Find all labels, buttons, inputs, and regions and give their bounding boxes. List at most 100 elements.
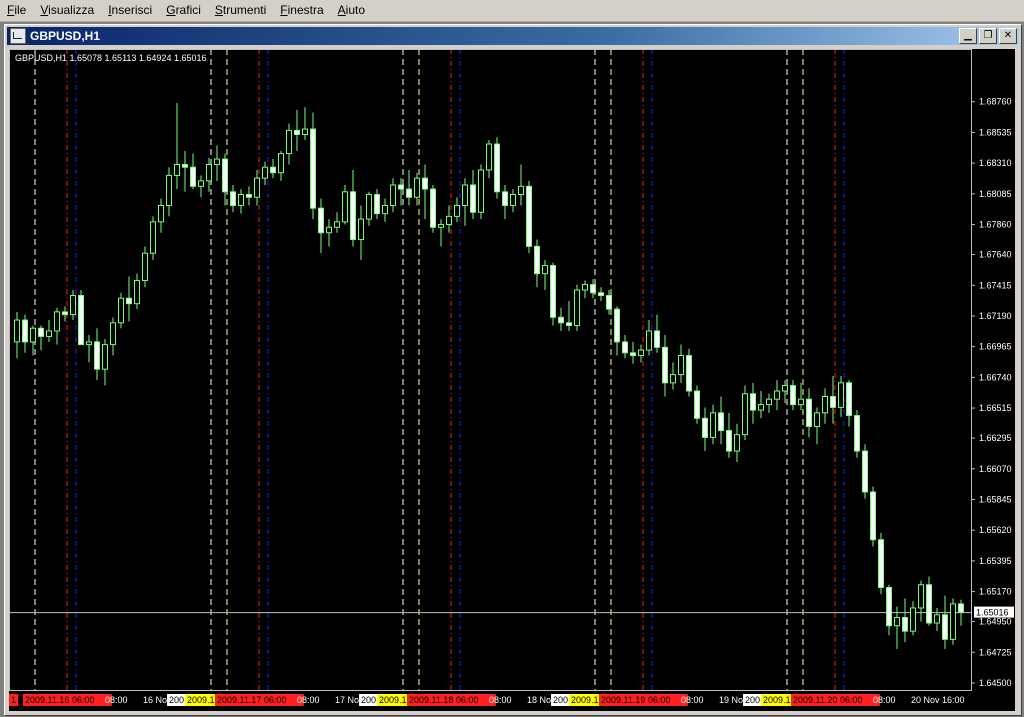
candle-69 [566, 300, 572, 331]
candle-34 [286, 123, 292, 165]
menu-file[interactable]: File [0, 0, 33, 21]
candle-52 [430, 184, 436, 233]
candlestick-chart[interactable]: 1.68760 1.68535 1.68310 1.68085 1.67860 1.676… [9, 49, 1015, 711]
candle-body [78, 294, 84, 346]
candle-19 [166, 167, 172, 217]
candle-42 [350, 169, 356, 247]
candle-body [702, 417, 708, 438]
candle-body [934, 614, 940, 624]
candle-body [462, 184, 468, 206]
time-label-15: 2009.1 [571, 695, 599, 705]
candle-13 [118, 292, 124, 329]
candle-109 [886, 584, 892, 636]
time-label-19: 200 [745, 695, 760, 705]
candle-body [902, 617, 908, 632]
candle-84 [686, 348, 692, 397]
window-titlebar[interactable]: GBPUSD,H1 ▁ ❐ ✕ [7, 27, 1019, 45]
candle-body [726, 430, 732, 452]
y-tick-label-18: 1.64725 [979, 647, 1012, 657]
candle-59 [486, 139, 492, 179]
time-label-8: 17 No [335, 695, 359, 705]
candle-body [246, 194, 252, 198]
candle-body [942, 614, 948, 640]
time-label-21: 2009.11.20 06:00 [793, 695, 862, 705]
candle-108 [878, 532, 884, 595]
candle-body [662, 346, 668, 384]
candle-63 [518, 164, 524, 206]
candle-70 [574, 284, 580, 331]
candle-body [598, 292, 604, 296]
candle-body [174, 164, 180, 176]
time-label-11: 2009.11.18 06:00 [409, 695, 478, 705]
menu-inserisci[interactable]: Inserisci [101, 0, 159, 21]
candle-body [294, 129, 300, 135]
close-button[interactable]: ✕ [999, 28, 1017, 44]
candle-57 [470, 169, 476, 220]
candle-body [566, 322, 572, 327]
candle-body [910, 607, 916, 632]
chart-window-icon[interactable] [10, 28, 26, 44]
candle-body [590, 284, 596, 294]
candle-body [38, 327, 44, 337]
candle-body [190, 166, 196, 187]
candle-106 [862, 444, 868, 499]
candle-body [134, 279, 140, 305]
time-label-6: 2009.11.17 06:00 [217, 695, 286, 705]
restore-button[interactable]: ❐ [979, 28, 997, 44]
candle-46 [382, 198, 388, 222]
candle-body [758, 404, 764, 411]
time-label-23: 20 Nov 16:00 [911, 695, 965, 705]
y-tick-label-6: 1.67415 [979, 280, 1012, 290]
candle-body [262, 166, 268, 179]
candle-body [694, 390, 700, 419]
menu-aiuto[interactable]: Aiuto [331, 0, 372, 21]
candle-body [318, 207, 324, 234]
candle-86 [702, 407, 708, 452]
current-price-tag: 1.65016 [974, 606, 1014, 618]
time-label-0: 1 [11, 695, 16, 705]
candle-body [110, 322, 116, 346]
candle-44 [366, 191, 372, 226]
y-tick-label-12: 1.66070 [979, 464, 1012, 474]
candle-body [558, 316, 564, 324]
candle-body [822, 395, 828, 414]
candle-body [126, 297, 132, 305]
candle-77 [630, 341, 636, 364]
time-label-2: 08:00 [105, 695, 128, 705]
menu-visualizza[interactable]: Visualizza [33, 0, 101, 21]
menu-strumenti[interactable]: Strumenti [208, 0, 273, 21]
candle-102 [830, 376, 836, 424]
candle-body [678, 355, 684, 376]
candle-14 [126, 276, 132, 322]
time-label-14: 200 [553, 695, 568, 705]
candle-body [326, 226, 332, 234]
candle-12 [110, 317, 116, 356]
candle-body [526, 185, 532, 247]
candle-body [614, 308, 620, 343]
minimize-button[interactable]: ▁ [959, 28, 977, 44]
candle-body [198, 180, 204, 187]
candle-47 [390, 178, 396, 213]
candle-115 [934, 607, 940, 632]
mdi-area: GBPUSD,H1 ▁ ❐ ✕ 1.68760 1.68535 1.68310 1.6… [0, 22, 1024, 717]
candle-body [102, 344, 108, 370]
chart-plot[interactable]: 1.68760 1.68535 1.68310 1.68085 1.67860 1.676… [9, 49, 1015, 711]
candle-112 [910, 601, 916, 636]
y-tick-label-10: 1.66515 [979, 403, 1012, 413]
candle-body [278, 153, 284, 174]
candle-body [622, 341, 628, 354]
time-label-12: 08:00 [489, 695, 512, 705]
menu-finestra[interactable]: Finestra [273, 0, 330, 21]
candle-67 [550, 262, 556, 326]
candle-36 [302, 107, 308, 140]
candle-53 [438, 219, 444, 247]
time-axis: 1 2009.11.16 06:00 08:00 16 Nov200 2009.1 200… [9, 694, 965, 706]
y-tick-label-7: 1.67190 [979, 311, 1012, 321]
y-tick-label-15: 1.65395 [979, 556, 1012, 566]
candle-body [406, 188, 412, 198]
candle-body [918, 584, 924, 609]
y-tick-label-16: 1.65170 [979, 587, 1012, 597]
candle-61 [502, 184, 508, 220]
menu-grafici[interactable]: Grafici [159, 0, 208, 21]
y-tick-label-3: 1.68085 [979, 189, 1012, 199]
